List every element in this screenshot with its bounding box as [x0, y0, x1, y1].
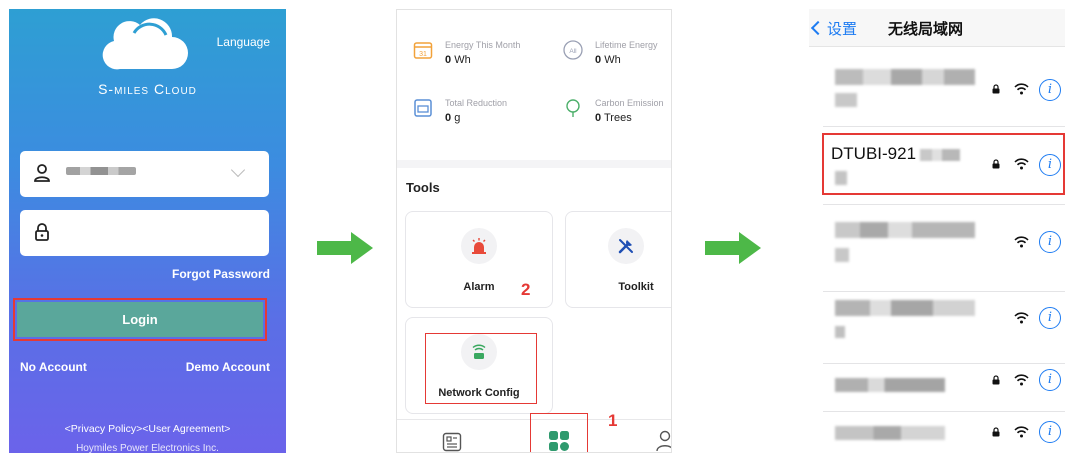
arrow-right-icon [705, 232, 761, 264]
info-icon[interactable]: i [1039, 79, 1061, 101]
blurred-ssid [835, 248, 849, 262]
wifi-signal-icon [1014, 83, 1029, 95]
network-config-highlight-box [425, 333, 537, 404]
login-screen: Language S-miles Cloud Forgot Password L… [9, 9, 286, 453]
page-title: 无线局域网 [888, 21, 964, 38]
blurred-ssid [835, 69, 975, 85]
alarm-card[interactable]: Alarm [405, 211, 553, 308]
tools-tab-highlight-box [530, 413, 588, 452]
stat-value: 0 Wh [595, 54, 621, 66]
stat-value: 0 Trees [595, 112, 632, 124]
wifi-signal-icon [1014, 426, 1029, 438]
stat-value: 0 g [445, 112, 461, 124]
wifi-signal-icon [1014, 236, 1029, 248]
info-icon[interactable]: i [1039, 307, 1061, 329]
back-label: 设置 [827, 21, 858, 38]
navigation-bar: 设置 无线局域网 [809, 9, 1065, 47]
stat-label: Energy This Month [445, 40, 521, 50]
info-icon[interactable]: i [1039, 369, 1061, 391]
blurred-ssid [835, 426, 945, 440]
lock-icon [992, 427, 1000, 437]
tab-plants-icon[interactable] [442, 432, 462, 452]
lock-icon [992, 375, 1000, 385]
lock-icon [35, 223, 49, 241]
blurred-ssid [835, 300, 975, 316]
stat-label: Total Reduction [445, 98, 508, 108]
login-button[interactable]: Login [17, 302, 263, 337]
user-icon [34, 164, 50, 182]
language-link[interactable]: Language [217, 35, 270, 49]
stat-label: Carbon Emission [595, 98, 664, 108]
svg-text:31: 31 [419, 51, 427, 58]
meter-icon [414, 99, 432, 117]
step-number-1: 1 [608, 411, 618, 430]
tab-me-icon[interactable] [655, 430, 672, 452]
chevron-down-icon[interactable] [230, 162, 246, 178]
brand-name: S-miles Cloud [98, 81, 197, 97]
arrow-right-icon [317, 232, 373, 264]
toolkit-card[interactable]: Toolkit [565, 211, 671, 308]
wifi-signal-icon [1014, 374, 1029, 386]
wifi-settings-screen: 设置 无线局域网 DTUBI-921 i i i i i i [809, 9, 1065, 453]
wifi-network-row[interactable] [823, 292, 1065, 364]
info-icon[interactable]: i [1039, 421, 1061, 443]
stats-section: 31 Energy This Month 0 Wh All Lifetime E… [397, 10, 671, 160]
username-value [66, 167, 136, 175]
tree-icon [566, 99, 580, 117]
privacy-links[interactable]: <Privacy Policy><User Agreement> [9, 423, 286, 435]
blurred-ssid [835, 378, 945, 392]
chevron-left-icon [810, 20, 826, 36]
cloud-logo-icon [102, 18, 188, 70]
login-highlight-box: Login [13, 298, 267, 341]
calendar-icon: 31 [413, 42, 433, 59]
info-icon[interactable]: i [1039, 154, 1061, 176]
lock-icon [992, 84, 1000, 94]
svg-text:All: All [569, 48, 577, 55]
forgot-password-link[interactable]: Forgot Password [172, 267, 270, 281]
wifi-network-row[interactable] [823, 364, 1065, 412]
company-name: Hoymiles Power Electronics Inc. [76, 443, 219, 453]
wifi-signal-icon [1014, 158, 1029, 170]
tools-title: Tools [406, 180, 440, 195]
lock-icon [992, 159, 1000, 169]
info-icon[interactable]: i [1039, 231, 1061, 253]
tools-screen: 31 Energy This Month 0 Wh All Lifetime E… [396, 9, 672, 453]
username-field[interactable] [20, 151, 269, 197]
demo-account-link[interactable]: Demo Account [186, 360, 270, 374]
step-number-2: 2 [521, 280, 531, 299]
alarm-icon [461, 228, 497, 264]
all-icon: All [563, 40, 583, 60]
password-field[interactable] [20, 210, 269, 256]
toolkit-label: Toolkit [618, 281, 654, 293]
wifi-signal-icon [1014, 312, 1029, 324]
blurred-ssid [835, 93, 857, 107]
tools-section: Tools Alarm Toolkit Network Config [397, 168, 671, 452]
wifi-network-row[interactable] [823, 212, 1065, 292]
back-button[interactable]: 设置 [810, 18, 858, 39]
blurred-ssid [835, 326, 845, 338]
stat-label: Lifetime Energy [595, 40, 658, 50]
no-account-link[interactable]: No Account [20, 360, 87, 374]
blurred-ssid [835, 222, 975, 238]
stat-value: 0 Wh [445, 54, 471, 66]
toolkit-icon [608, 228, 644, 264]
